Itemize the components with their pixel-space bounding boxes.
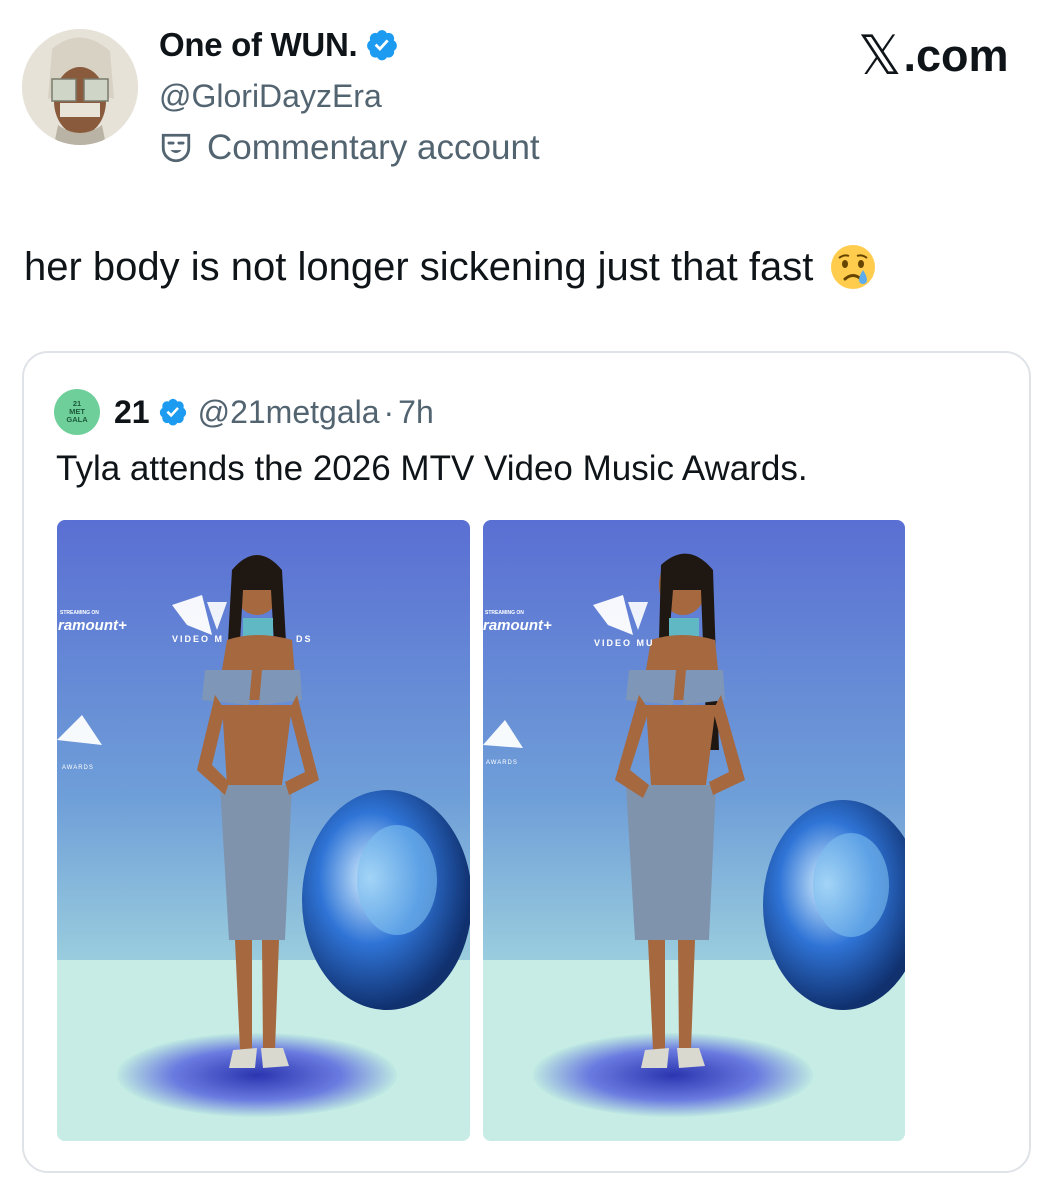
x-logo: 𝕏 .com xyxy=(858,24,1009,87)
quoted-header: 21 @21metgala · 7h xyxy=(114,388,434,436)
tweet-body: her body is not longer sickening just th… xyxy=(24,244,814,289)
x-logo-mark: 𝕏 xyxy=(858,26,902,86)
photo-1-backdrop-awards: AWARDS xyxy=(62,765,94,771)
quoted-avatar[interactable]: 21 MET GALA xyxy=(54,389,100,435)
photo-1-backdrop-ds: DS xyxy=(296,634,313,644)
quoted-name[interactable]: 21 xyxy=(114,394,150,431)
photo-2-backdrop-video: VIDEO MU xyxy=(594,638,655,648)
account-label-text: Commentary account xyxy=(207,128,540,167)
verified-badge-icon xyxy=(159,398,186,426)
photo-2-backdrop-paramount: ramount+ xyxy=(483,617,552,634)
verified-badge-icon xyxy=(367,30,398,61)
avatar-image xyxy=(22,29,138,145)
account-label: Commentary account xyxy=(159,128,540,168)
quoted-text: Tyla attends the 2026 MTV Video Music Aw… xyxy=(56,449,808,488)
photo-1-backdrop-streaming: STREAMING ON xyxy=(60,610,99,616)
quoted-separator: · xyxy=(383,393,395,430)
photo-2-backdrop-awards: AWARDS xyxy=(486,760,518,766)
tweet-text: her body is not longer sickening just th… xyxy=(24,243,877,291)
author-name[interactable]: One of WUN. xyxy=(159,26,399,64)
photo-1-backdrop-paramount: ramount+ xyxy=(58,617,127,634)
author-avatar[interactable] xyxy=(22,29,138,145)
quoted-handle[interactable]: @21metgala xyxy=(198,394,380,431)
quoted-photo-1[interactable] xyxy=(57,520,470,1141)
quoted-photo-2[interactable] xyxy=(483,520,905,1141)
author-handle[interactable]: @GloriDayzEra xyxy=(159,78,382,115)
comedy-mask-icon xyxy=(161,133,191,163)
photo-1-backdrop-video: VIDEO M xyxy=(172,634,225,644)
x-logo-text: .com xyxy=(903,29,1009,81)
photo-1-image xyxy=(57,520,470,1141)
photo-2-image xyxy=(483,520,905,1141)
quoted-avatar-line-3: GALA xyxy=(66,415,88,424)
crying-face-icon xyxy=(831,245,876,289)
quoted-timestamp[interactable]: 7h xyxy=(398,394,434,431)
photo-2-backdrop-streaming: STREAMING ON xyxy=(485,610,524,616)
author-display-name: One of WUN. xyxy=(159,26,358,63)
